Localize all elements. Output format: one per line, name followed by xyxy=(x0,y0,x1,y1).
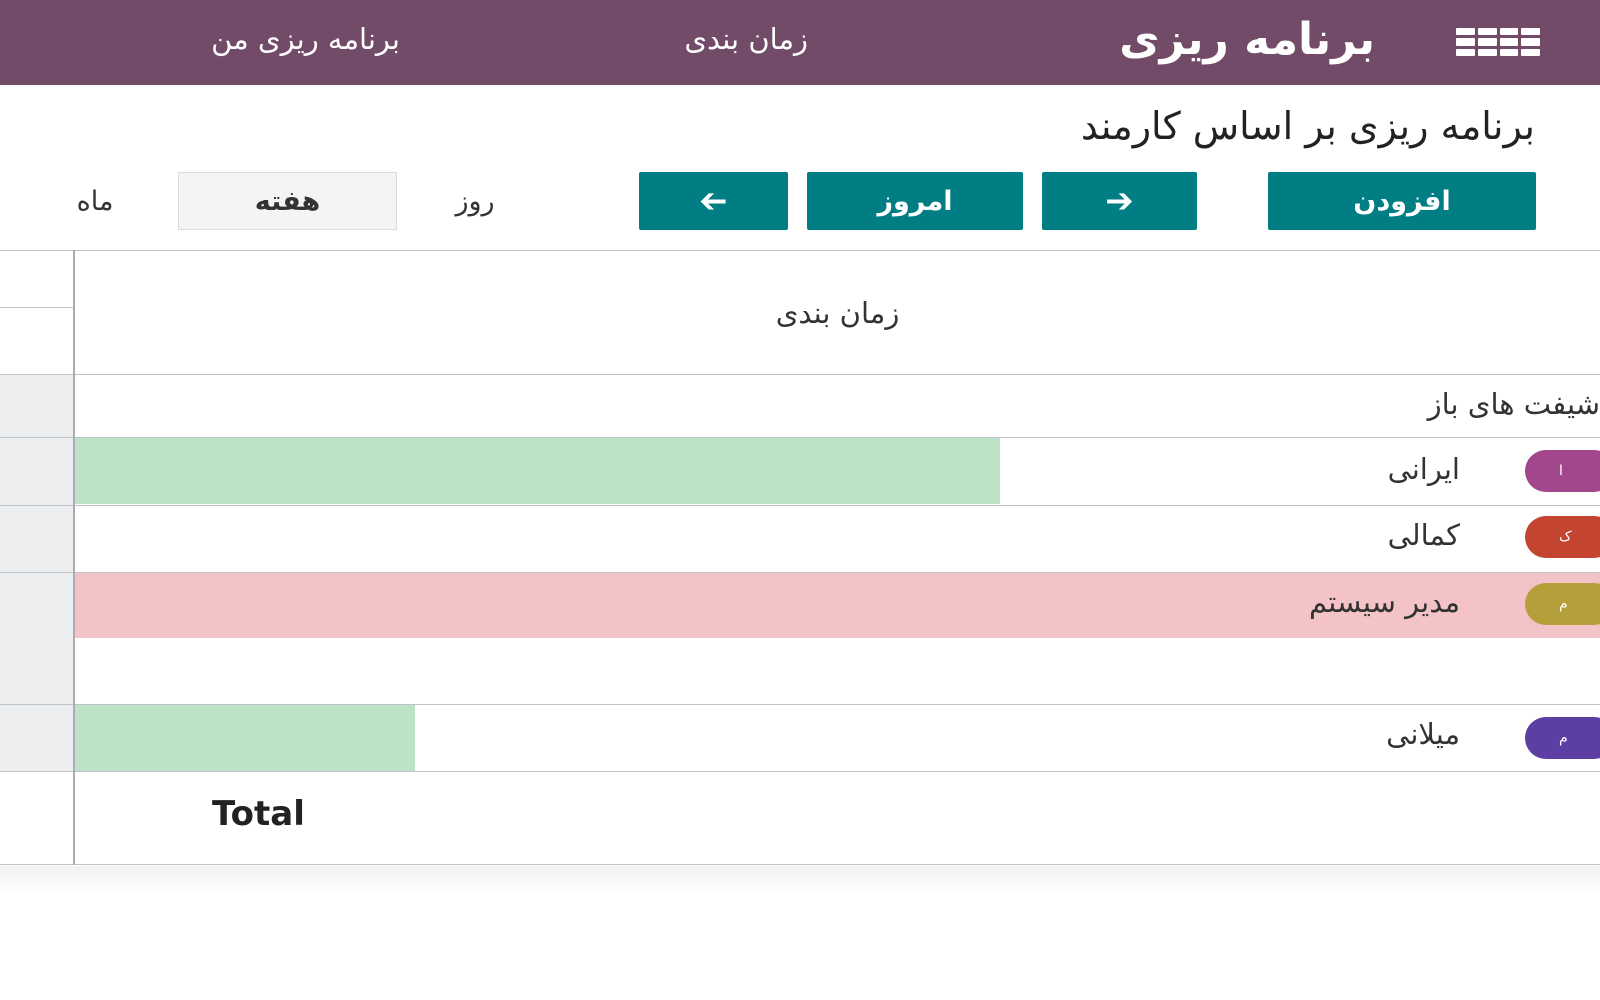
arrow-right-icon: ➔ xyxy=(1105,181,1134,221)
avatar: ک xyxy=(1525,516,1600,558)
menu-item-scheduling[interactable]: زمان بندی xyxy=(684,22,808,56)
shift-bar[interactable] xyxy=(75,705,415,771)
gantt-row-empty xyxy=(75,638,1600,704)
add-button[interactable]: افزودن xyxy=(1268,172,1536,230)
page-title: برنامه ریزی بر اساس کارمند xyxy=(1080,104,1535,148)
next-button[interactable]: ➔ xyxy=(1042,172,1197,230)
scale-week-button[interactable]: هفته xyxy=(178,172,397,230)
gantt-divider xyxy=(73,250,75,865)
avatar: ا xyxy=(1525,450,1600,492)
today-button[interactable]: امروز xyxy=(807,172,1023,230)
gantt-header-title: زمان بندی xyxy=(775,295,900,330)
row-label: کمالی xyxy=(1387,518,1460,552)
row-label: مدیر سیستم xyxy=(1308,585,1460,619)
top-navbar: برنامه ریزی زمان بندی برنامه ریزی من xyxy=(0,0,1600,85)
gantt-row[interactable]: ایرانی ا xyxy=(75,438,1600,504)
avatar: م xyxy=(1525,717,1600,759)
scale-day-button[interactable]: روز xyxy=(420,172,530,230)
menu-item-my-planning[interactable]: برنامه ریزی من xyxy=(211,22,400,56)
row-label: ایرانی xyxy=(1387,452,1460,486)
shift-bar[interactable] xyxy=(75,438,1000,504)
gantt-row[interactable]: میلانی م xyxy=(75,705,1600,771)
gantt-row-open-shifts[interactable]: شیفت های باز xyxy=(75,375,1600,437)
app-title[interactable]: برنامه ریزی xyxy=(1119,14,1375,65)
scale-month-button[interactable]: ماه xyxy=(30,172,160,230)
gantt-row[interactable]: کمالی ک xyxy=(75,506,1600,572)
total-label: Total xyxy=(212,794,305,834)
gantt-view: زمان بندی شیفت های باز ایرانی ا کمالی ک … xyxy=(0,250,1600,882)
gantt-total-row: Total xyxy=(0,772,1600,865)
row-label: میلانی xyxy=(1386,717,1460,751)
apps-grid-icon[interactable] xyxy=(1456,28,1540,56)
avatar: م xyxy=(1525,583,1600,625)
arrow-left-icon: ➔ xyxy=(699,181,728,221)
gantt-row[interactable]: مدیر سیستم م xyxy=(75,573,1600,638)
prev-button[interactable]: ➔ xyxy=(639,172,788,230)
group-label-open-shifts: شیفت های باز xyxy=(1427,387,1600,421)
gantt-shadow xyxy=(0,866,1600,896)
